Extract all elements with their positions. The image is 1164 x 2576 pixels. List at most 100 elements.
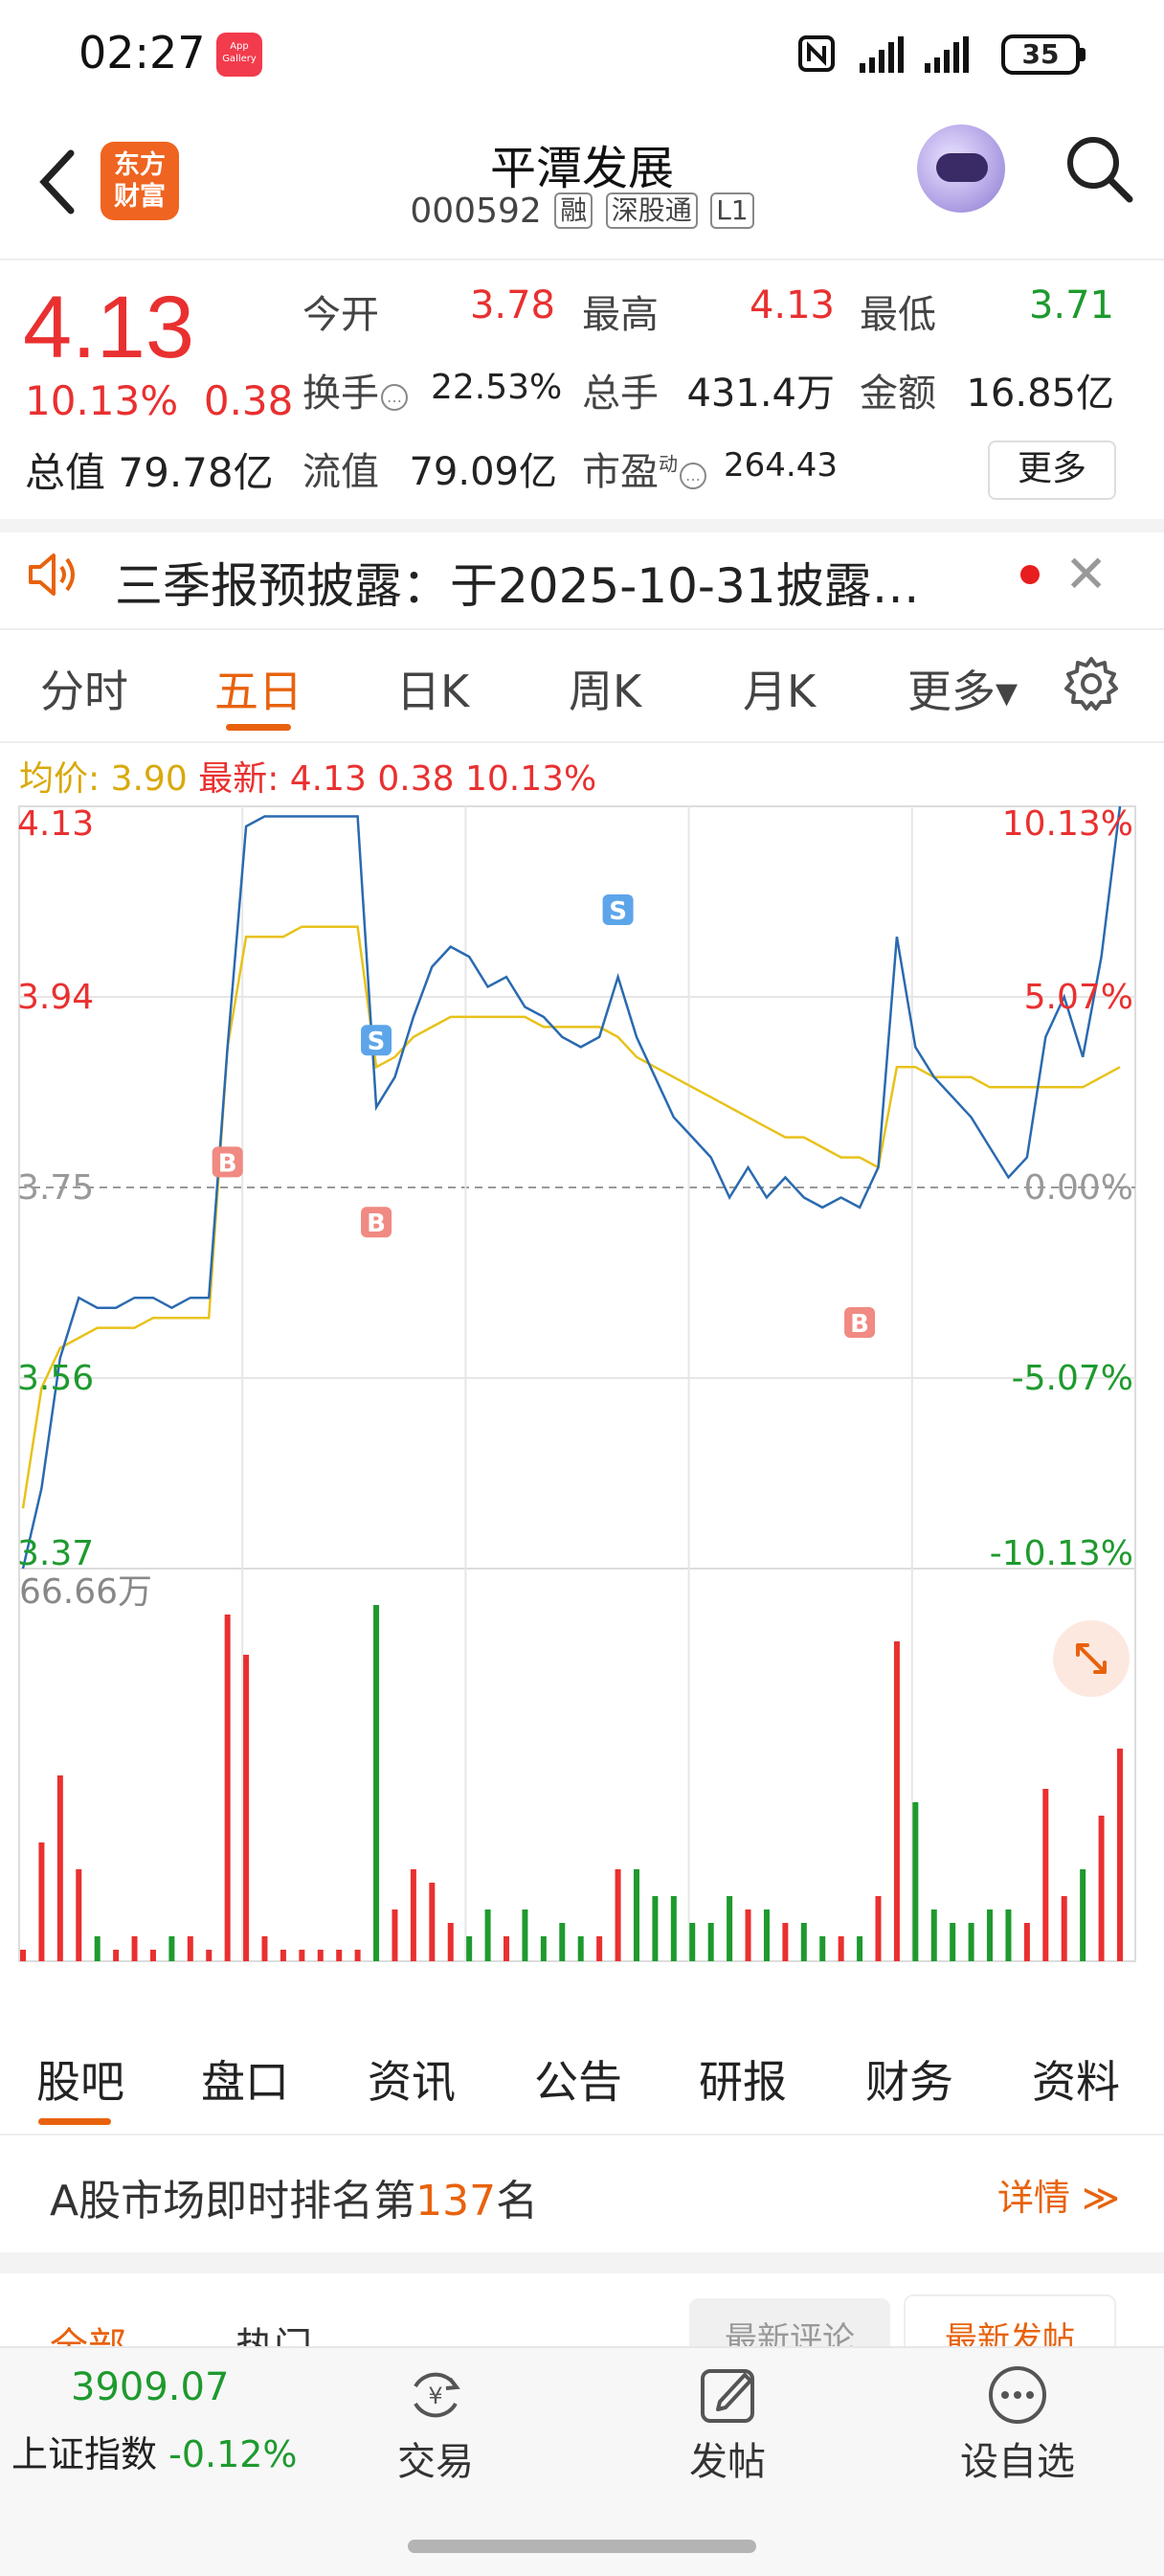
clock: 02:27	[78, 27, 206, 79]
tab-guba[interactable]: 股吧	[36, 2047, 124, 2111]
trade-icon[interactable]: ¥	[404, 2363, 467, 2427]
rank-prefix: A股市场即时排名第	[50, 2177, 416, 2226]
x-date-label: 10/22	[750, 1971, 850, 1973]
turnover-value: 22.53%	[431, 368, 563, 407]
volume-bar	[224, 1615, 231, 1961]
volume-bar	[317, 1950, 324, 1961]
high-value: 4.13	[749, 283, 835, 328]
volume-bar	[373, 1605, 380, 1961]
gear-icon[interactable]	[1063, 655, 1120, 712]
tab-monthly-k[interactable]: 月K	[743, 657, 816, 720]
tab-more[interactable]: 更多▾	[907, 657, 1018, 720]
volume-bar	[968, 1923, 974, 1961]
nfc-icon	[798, 35, 835, 72]
y-tick-left: 4.13	[17, 804, 94, 844]
volume-bar	[577, 1936, 584, 1961]
y-tick-left: 3.56	[17, 1359, 94, 1398]
margin-tag: 融	[554, 192, 593, 229]
low-value: 3.71	[1028, 283, 1114, 328]
low-label: 最低	[860, 293, 936, 337]
volume-bar	[187, 1936, 193, 1961]
index-label[interactable]: 上证指数 -0.12%	[11, 2425, 298, 2477]
tab-news[interactable]: 资讯	[368, 2047, 456, 2111]
post-label[interactable]: 发帖	[651, 2430, 804, 2486]
float-value-label: 流值	[302, 450, 379, 494]
volume-bar	[1098, 1816, 1105, 1961]
volume-bar	[466, 1936, 473, 1961]
tab-profile[interactable]: 资料	[1032, 2047, 1120, 2111]
volume-bar	[689, 1923, 696, 1961]
tab-weekly-k[interactable]: 周K	[569, 657, 641, 720]
tab-research[interactable]: 研报	[699, 2047, 787, 2111]
divider	[0, 259, 1164, 260]
change-abs: 0.38	[203, 377, 294, 424]
x-date-label: 10/21	[527, 1971, 627, 1973]
tab-order-book[interactable]: 盘口	[201, 2047, 289, 2111]
volume-bar	[559, 1923, 566, 1961]
volume-bar	[20, 1950, 26, 1961]
volume-bar	[1005, 1909, 1012, 1961]
volume-bar	[615, 1869, 621, 1961]
volume-bar	[540, 1936, 547, 1961]
volume-bar	[875, 1896, 882, 1961]
active-tab-indicator	[226, 724, 291, 731]
volume-bar	[1042, 1789, 1049, 1961]
trade-label[interactable]: 交易	[359, 2430, 512, 2486]
svg-text:¥: ¥	[428, 2383, 442, 2409]
close-icon[interactable]: ✕	[1064, 544, 1108, 604]
y-tick-right: 10.13%	[1002, 804, 1133, 844]
volume-bar	[763, 1909, 770, 1961]
ai-assistant-face-icon	[936, 153, 988, 182]
tab-intraday[interactable]: 分时	[40, 657, 128, 720]
search-icon[interactable]	[1063, 132, 1135, 205]
market-rank: A股市场即时排名第137名	[50, 2166, 538, 2227]
expand-icon[interactable]	[1053, 1620, 1130, 1697]
edit-post-icon[interactable]	[697, 2363, 760, 2427]
volume-bar	[596, 1936, 603, 1961]
volume-bar	[113, 1950, 120, 1961]
volume-bar	[838, 1936, 844, 1961]
signal-icon	[860, 36, 904, 73]
volume-bar	[38, 1842, 45, 1961]
divider	[0, 2134, 1164, 2135]
app-gallery-icon: App Gallery	[216, 33, 262, 77]
section-divider	[0, 519, 1164, 532]
pe-info-icon[interactable]: …	[680, 463, 706, 489]
price-change: 10.13% 0.38	[25, 377, 293, 424]
chart-grid	[18, 805, 1136, 1962]
notice-text[interactable]: 三季报预披露：于2025-10-31披露…	[115, 548, 920, 617]
more-dots-icon[interactable]	[986, 2363, 1049, 2427]
volume-bar	[280, 1950, 286, 1961]
volume-bar	[857, 1936, 863, 1961]
volume-bar	[1023, 1923, 1030, 1961]
info-icon[interactable]: …	[381, 384, 408, 411]
volume-bar	[1061, 1896, 1067, 1961]
tab-daily-k[interactable]: 日K	[396, 657, 469, 720]
change-pct: 10.13%	[25, 377, 179, 424]
battery-tip	[1080, 48, 1086, 61]
trade-mark-label: S	[368, 1028, 386, 1056]
trade-mark-label: B	[850, 1310, 869, 1339]
details-link[interactable]: 详情 ≫	[997, 2168, 1120, 2221]
volume-bar	[484, 1909, 491, 1961]
five-day-chart[interactable]: 4.13 3.94 3.75 3.56 3.37 10.13% 5.07% 0.00% -5.0…	[0, 795, 1164, 1973]
volume-bar	[206, 1950, 213, 1961]
volume-bar	[1080, 1869, 1086, 1961]
avg-price-legend: 均价: 3.90	[19, 759, 188, 799]
volume-bar	[392, 1909, 398, 1961]
tab-five-day[interactable]: 五日	[214, 657, 302, 720]
open-value: 3.78	[469, 283, 555, 328]
tab-announcements[interactable]: 公告	[534, 2047, 622, 2111]
more-button[interactable]: 更多	[988, 441, 1116, 500]
index-change: -0.12%	[168, 2433, 298, 2475]
volume-bar	[707, 1923, 714, 1961]
x-date-label: 10/20	[304, 1971, 404, 1973]
watchlist-label[interactable]: 设自选	[941, 2430, 1094, 2486]
level-tag: L1	[710, 192, 754, 229]
x-date-label: 10/23	[974, 1971, 1074, 1973]
index-value[interactable]: 3909.07	[71, 2365, 229, 2409]
total-value-number: 79.78亿	[118, 449, 274, 496]
tab-financials[interactable]: 财务	[865, 2047, 953, 2111]
y-tick-left: 3.94	[17, 978, 94, 1017]
turnover-label: 换手…	[302, 362, 408, 418]
